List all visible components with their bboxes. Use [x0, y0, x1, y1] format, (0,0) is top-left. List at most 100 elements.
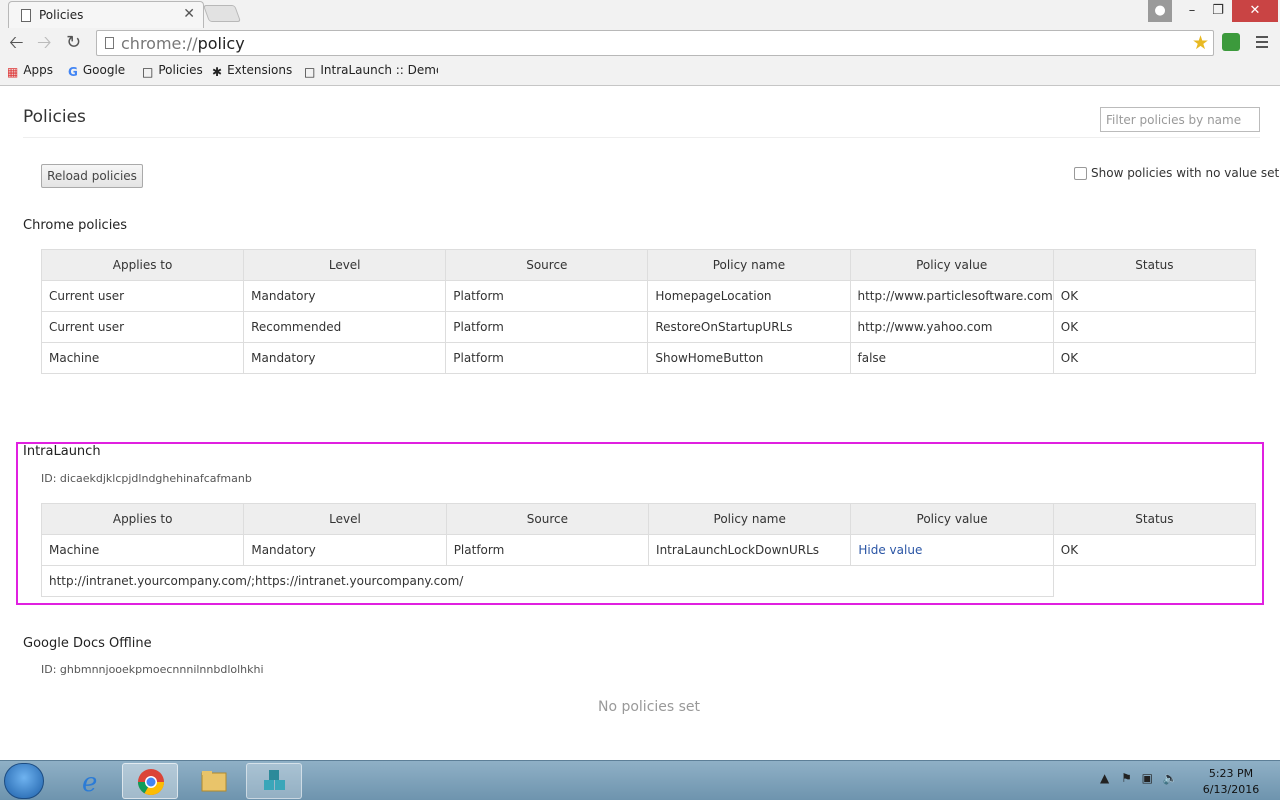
- date: 6/13/2016: [1202, 783, 1260, 796]
- taskbar-file-explorer[interactable]: [186, 763, 242, 799]
- page-icon: □: [142, 65, 154, 79]
- table-row: Machine Mandatory Platform ShowHomeButto…: [40, 342, 1257, 374]
- menu-icon[interactable]: [1256, 36, 1268, 48]
- apps-grid-icon: ▦: [7, 65, 19, 79]
- show-hidden-icons-icon[interactable]: ▲: [1100, 771, 1109, 785]
- divider: [23, 137, 1260, 138]
- clock[interactable]: 5:23 PM 6/13/2016: [1196, 766, 1266, 798]
- column-header: Source: [445, 503, 650, 535]
- folder-icon: [201, 771, 227, 792]
- cell: Machine: [40, 342, 245, 374]
- new-tab-button[interactable]: [202, 5, 242, 22]
- chrome-policies-table: Applies to Level Source Policy name Poli…: [40, 249, 1257, 374]
- show-novalue-toggle[interactable]: Show policies with no value set: [1074, 166, 1279, 180]
- extension-id: ID: dicaekdjklcpjdlndghehinafcafmanb: [41, 472, 252, 485]
- cell: Mandatory: [243, 280, 447, 312]
- cell: Platform: [445, 342, 649, 374]
- cell: RestoreOnStartupURLs: [647, 311, 851, 343]
- taskbar-internet-explorer[interactable]: e: [62, 763, 118, 799]
- browser-frame: Policies ✕ ● – ❐ ✕ 🡠 🡢 ↻ chrome://policy…: [0, 0, 1280, 86]
- table-row: Current user Mandatory Platform Homepage…: [40, 280, 1257, 312]
- puzzle-icon: ✱: [212, 65, 223, 79]
- cell: OK: [1052, 311, 1257, 343]
- column-header: Applies to: [40, 249, 245, 281]
- start-button[interactable]: [4, 763, 44, 799]
- chrome-policies-heading: Chrome policies: [23, 218, 128, 233]
- cell: Recommended: [243, 311, 447, 343]
- page-content: Policies Reload policies Show policies w…: [0, 86, 1280, 760]
- intralaunch-heading: IntraLaunch: [23, 444, 101, 459]
- back-arrow-icon[interactable]: 🡠: [9, 34, 24, 52]
- bookmark-intralaunch[interactable]: □IntraLaunch :: Demons: [304, 63, 438, 79]
- extension-icon[interactable]: [1222, 33, 1240, 51]
- cell: Mandatory: [243, 534, 447, 566]
- cell: false: [849, 342, 1054, 374]
- bookmark-policies[interactable]: □ Policies: [142, 63, 203, 79]
- internet-explorer-icon: e: [82, 768, 97, 795]
- page-icon: [21, 9, 31, 22]
- table-header-row: Applies to Level Source Policy name Poli…: [40, 249, 1257, 281]
- filter-input[interactable]: [1100, 107, 1260, 132]
- bookmark-extensions[interactable]: ✱ Extensions: [212, 63, 292, 79]
- title-bar: Policies ✕ ● – ❐ ✕: [0, 0, 1280, 28]
- minimize-button[interactable]: –: [1180, 0, 1204, 22]
- column-header: Policy value: [850, 503, 1054, 535]
- page-icon: □: [304, 65, 316, 79]
- cell: Platform: [445, 280, 649, 312]
- registry-cubes-icon: [264, 770, 285, 790]
- table-header-row: Applies to Level Source Policy name Poli…: [40, 503, 1257, 535]
- bookmark-star-icon[interactable]: ★: [1192, 32, 1209, 54]
- cell: http://www.yahoo.com: [849, 311, 1054, 343]
- bookmark-google[interactable]: G Google: [68, 63, 125, 79]
- checkbox[interactable]: [1074, 167, 1087, 180]
- taskbar-registry-editor[interactable]: [246, 763, 302, 799]
- cell: Current user: [40, 311, 245, 343]
- reload-policies-button[interactable]: Reload policies: [41, 164, 143, 188]
- column-header: Status: [1052, 503, 1257, 535]
- system-tray: ▲ ⚑ ▣ 🔈: [1100, 771, 1178, 785]
- taskbar-chrome[interactable]: [122, 763, 178, 799]
- no-policies-text: No policies set: [597, 699, 701, 715]
- cell: Platform: [445, 311, 649, 343]
- network-icon[interactable]: ▣: [1142, 771, 1153, 785]
- cell: HomepageLocation: [647, 280, 851, 312]
- tab-close-icon[interactable]: ✕: [183, 6, 195, 22]
- reload-icon[interactable]: ↻: [66, 34, 81, 52]
- column-header: Policy value: [849, 249, 1054, 281]
- hide-value-link[interactable]: Hide value: [858, 543, 922, 557]
- cell: IntraLaunchLockDownURLs: [648, 534, 852, 566]
- cell: OK: [1052, 534, 1257, 566]
- cell: http://www.particlesoftware.com: [849, 280, 1054, 312]
- svg-text:e: e: [82, 768, 97, 795]
- taskbar: e ▲ ⚑ ▣ 🔈 5:23 PM 6/13/2016: [0, 760, 1280, 800]
- column-header: Status: [1052, 249, 1257, 281]
- table-row: Current user Recommended Platform Restor…: [40, 311, 1257, 343]
- cell: Current user: [40, 280, 245, 312]
- close-window-button[interactable]: ✕: [1232, 0, 1278, 22]
- page-title: Policies: [23, 107, 86, 127]
- time: 5:23 PM: [1208, 767, 1254, 780]
- cell: OK: [1052, 280, 1257, 312]
- user-icon[interactable]: ●: [1148, 0, 1172, 22]
- restore-button[interactable]: ❐: [1206, 0, 1230, 22]
- address-bar[interactable]: chrome://policy ★: [96, 30, 1214, 56]
- volume-icon[interactable]: 🔈: [1163, 771, 1178, 785]
- intralaunch-policies-table: Applies to Level Source Policy name Poli…: [40, 503, 1257, 597]
- forward-arrow-icon[interactable]: 🡢: [37, 34, 52, 52]
- expanded-value: http://intranet.yourcompany.com/;https:/…: [41, 565, 1054, 597]
- flag-icon[interactable]: ⚑: [1121, 771, 1132, 785]
- column-header: Level: [243, 249, 447, 281]
- url-text[interactable]: chrome://policy: [121, 34, 245, 53]
- column-header: Policy name: [648, 503, 852, 535]
- cell: Hide value: [850, 534, 1054, 566]
- bookmark-apps[interactable]: ▦ Apps: [7, 63, 53, 79]
- column-header: Source: [445, 249, 649, 281]
- table-row: Machine Mandatory Platform IntraLaunchLo…: [40, 534, 1257, 566]
- cell: Machine: [40, 534, 245, 566]
- empty-cell: [1052, 565, 1256, 597]
- extension-id: ID: ghbmnnjooekpmoecnnnilnnbdlolhkhi: [41, 663, 264, 676]
- bookmarks-bar: ▦ Apps G Google □ Policies ✱ Extensions □ Int…: [0, 60, 1280, 84]
- column-header: Level: [243, 503, 447, 535]
- tab-policies[interactable]: Policies ✕: [8, 1, 204, 28]
- cell: Mandatory: [243, 342, 447, 374]
